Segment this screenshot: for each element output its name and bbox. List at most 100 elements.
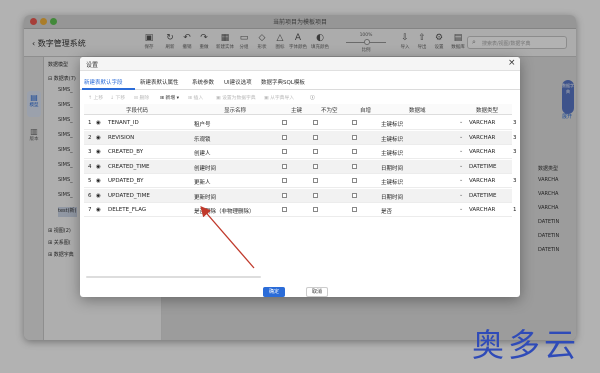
close-icon[interactable]: ×: [508, 58, 516, 68]
tab-dict-sql-template[interactable]: 数据字典SQL模板: [261, 78, 305, 86]
data-type[interactable]: DATETIME: [469, 193, 497, 199]
chevron-down-icon: ⌄: [459, 133, 464, 140]
pk-checkbox[interactable]: [282, 134, 287, 140]
col-header-name: 显示名称: [224, 108, 247, 114]
notnull-checkbox[interactable]: [313, 192, 318, 198]
field-code[interactable]: CREATED_TIME: [108, 164, 150, 170]
autoinc-checkbox[interactable]: [352, 163, 357, 169]
domain-select[interactable]: 主键标识: [381, 120, 403, 128]
type-length[interactable]: 3: [513, 149, 517, 155]
autoinc-checkbox[interactable]: [352, 192, 357, 198]
active-tab-indicator: [82, 88, 135, 90]
tab-ui-options[interactable]: UI建议选项: [224, 78, 252, 86]
import-from-dict-button[interactable]: ▣ 从字典导入: [264, 94, 294, 101]
chevron-down-icon: ⌄: [459, 162, 464, 169]
field-row[interactable]: 2 ◉ REVISION 乐观锁 主键标识 ⌄ VARCHAR 3: [84, 130, 517, 145]
move-down-button[interactable]: ↓ 下移: [110, 94, 125, 101]
field-code[interactable]: TENANT_ID: [108, 120, 139, 126]
autoinc-checkbox[interactable]: [352, 149, 357, 154]
ok-button[interactable]: 确定: [263, 287, 285, 297]
domain-select[interactable]: 日期时间: [381, 164, 403, 172]
move-up-button[interactable]: ↑ 上移: [88, 94, 103, 101]
delete-label: 删除: [139, 96, 150, 101]
pk-checkbox[interactable]: [282, 120, 287, 125]
domain-select[interactable]: 日期时间: [381, 193, 403, 201]
chevron-down-icon: ⌄: [459, 148, 464, 154]
pk-checkbox[interactable]: [282, 192, 287, 198]
pk-checkbox[interactable]: [282, 149, 287, 154]
field-display-name[interactable]: 更新人: [194, 178, 211, 186]
field-row[interactable]: 6 ◉ UPDATED_TIME 更新时间 日期时间 ⌄ DATETIME: [84, 188, 512, 203]
type-length[interactable]: 1: [513, 207, 517, 213]
import-from-dict-label: 从字典导入: [270, 96, 295, 101]
col-header-autoinc: 自增: [360, 108, 372, 114]
field-row[interactable]: 3 ◉ CREATED_BY 创建人 主键标识 ⌄ VARCHAR 3: [84, 145, 517, 159]
row-number: 7: [88, 207, 92, 213]
eye-icon[interactable]: ◉: [96, 193, 101, 199]
domain-select[interactable]: 主键标识: [381, 149, 403, 157]
field-display-name[interactable]: 更新时间: [194, 193, 216, 201]
field-row[interactable]: 1 ◉ TENANT_ID 租户号 主键标识 ⌄ VARCHAR 3: [84, 116, 517, 130]
row-number: 5: [88, 178, 92, 184]
help-icon[interactable]: ⓘ: [310, 94, 315, 101]
field-display-name[interactable]: 租户号: [194, 120, 211, 128]
eye-icon[interactable]: ◉: [96, 164, 101, 170]
set-as-dict-button[interactable]: ▣ 设置为数据字典: [216, 94, 256, 101]
field-code[interactable]: REVISION: [108, 135, 134, 141]
field-code[interactable]: DELETE_FLAG: [108, 207, 146, 213]
tab-default-fields[interactable]: 新建表默认字段: [84, 78, 123, 86]
field-display-name[interactable]: 是否删除（非物理删除）: [194, 207, 255, 215]
insert-button[interactable]: ⊞ 插入: [188, 94, 203, 101]
notnull-checkbox[interactable]: [313, 178, 318, 183]
pk-checkbox[interactable]: [282, 178, 287, 183]
eye-icon[interactable]: ◉: [96, 149, 101, 155]
chevron-down-icon: ⌄: [459, 177, 464, 183]
domain-select[interactable]: 是否: [381, 207, 392, 215]
notnull-checkbox[interactable]: [313, 149, 318, 154]
notnull-checkbox[interactable]: [313, 120, 318, 125]
data-type[interactable]: VARCHAR: [469, 207, 495, 213]
field-code[interactable]: UPDATED_TIME: [108, 193, 150, 199]
autoinc-checkbox[interactable]: [352, 207, 357, 212]
field-code[interactable]: UPDATED_BY: [108, 178, 143, 184]
row-number: 6: [88, 192, 92, 199]
field-display-name[interactable]: 创建人: [194, 149, 211, 157]
field-display-name[interactable]: 创建时间: [194, 164, 216, 172]
field-row[interactable]: 4 ◉ CREATED_TIME 创建时间 日期时间 ⌄ DATETIME: [84, 159, 512, 174]
type-length[interactable]: 3: [513, 120, 517, 126]
eye-icon[interactable]: ◉: [96, 178, 101, 184]
notnull-checkbox[interactable]: [313, 134, 318, 140]
dialog-title: 设置: [86, 62, 99, 69]
data-type[interactable]: DATETIME: [469, 164, 497, 170]
eye-icon[interactable]: ◉: [96, 135, 101, 141]
data-type[interactable]: VARCHAR: [469, 149, 495, 155]
autoinc-checkbox[interactable]: [352, 120, 357, 125]
notnull-checkbox[interactable]: [313, 163, 318, 169]
cancel-button[interactable]: 取消: [306, 287, 328, 297]
eye-icon[interactable]: ◉: [96, 207, 101, 213]
type-length[interactable]: 3: [513, 135, 517, 141]
autoinc-checkbox[interactable]: [352, 178, 357, 183]
pk-checkbox[interactable]: [282, 207, 287, 212]
add-button[interactable]: ⊞ 新增 ▾: [160, 94, 179, 101]
field-row[interactable]: 5 ◉ UPDATED_BY 更新人 主键标识 ⌄ VARCHAR 3: [84, 174, 517, 188]
pk-checkbox[interactable]: [282, 163, 287, 169]
tab-system-params[interactable]: 系统参数: [192, 78, 214, 86]
data-type[interactable]: VARCHAR: [469, 120, 495, 126]
type-length[interactable]: 3: [513, 178, 517, 184]
field-code[interactable]: CREATED_BY: [108, 149, 143, 155]
autoinc-checkbox[interactable]: [352, 134, 357, 140]
watermark-logo: 奥多云: [472, 326, 581, 364]
field-row[interactable]: 7 ◉ DELETE_FLAG 是否删除（非物理删除） 是否 ⌄ VARCHAR 1: [84, 203, 517, 217]
notnull-checkbox[interactable]: [313, 207, 318, 212]
data-type[interactable]: VARCHAR: [469, 178, 495, 184]
data-type[interactable]: VARCHAR: [469, 135, 495, 141]
eye-icon[interactable]: ◉: [96, 120, 101, 126]
delete-button[interactable]: ⊟ 删除: [134, 94, 149, 101]
field-display-name[interactable]: 乐观锁: [194, 135, 211, 143]
domain-select[interactable]: 主键标识: [381, 178, 403, 186]
domain-select[interactable]: 主键标识: [381, 135, 403, 143]
tab-default-properties[interactable]: 新建表默认属性: [140, 78, 179, 86]
horizontal-scrollbar[interactable]: [86, 276, 261, 278]
col-header-type: 数据类型: [476, 108, 499, 114]
